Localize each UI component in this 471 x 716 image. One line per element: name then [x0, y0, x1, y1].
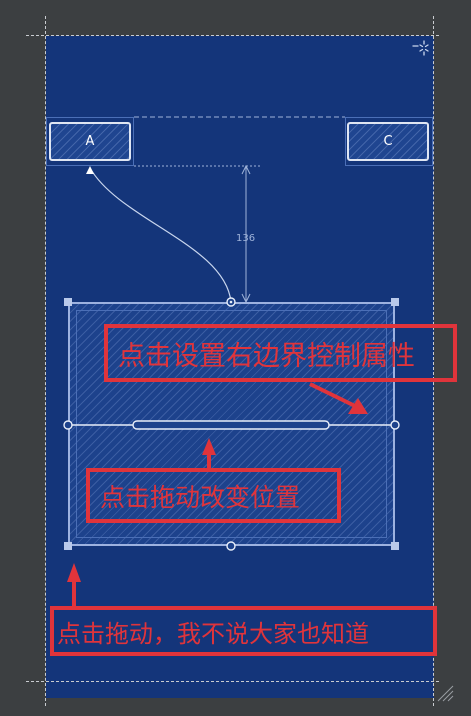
arrow-to-baseline-head	[202, 438, 216, 455]
annotation-drag-move: 点击拖动改变位置	[86, 468, 341, 523]
resize-handle-bottom-left[interactable]	[64, 542, 72, 550]
annotation-drag-move-text: 点击拖动改变位置	[100, 482, 301, 512]
annotation-drag-resize-text: 点击拖动，我不说大家也知道	[57, 619, 369, 648]
right-anchor[interactable]	[390, 420, 400, 430]
constraint-distance-label: 136	[236, 233, 256, 244]
bottom-anchor[interactable]	[226, 541, 236, 551]
arrow-to-right-anchor	[309, 382, 356, 408]
arrow-to-corner-head	[67, 563, 81, 582]
resize-grip-icon[interactable]	[437, 685, 454, 702]
resize-handle-top-right[interactable]	[391, 298, 399, 306]
top-constraint-curve[interactable]	[89, 167, 232, 303]
layout-editor-canvas: A C 136 点击设置右边界控制属性 点击拖动改变位置 点击拖动，我不说大家也…	[0, 0, 471, 716]
constraint-arrowhead	[86, 166, 94, 174]
left-anchor[interactable]	[63, 420, 73, 430]
annotation-right-edge: 点击设置右边界控制属性	[104, 324, 457, 382]
top-anchor-dot	[229, 300, 233, 304]
annotation-drag-resize: 点击拖动，我不说大家也知道	[50, 606, 437, 656]
resize-handle-top-left[interactable]	[64, 298, 72, 306]
baseline-handle[interactable]	[132, 420, 330, 430]
resize-handle-bottom-right[interactable]	[391, 542, 399, 550]
annotation-right-edge-text: 点击设置右边界控制属性	[118, 340, 415, 372]
